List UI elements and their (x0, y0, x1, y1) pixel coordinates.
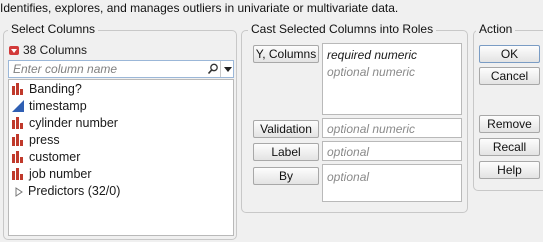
label-button[interactable]: Label (253, 143, 319, 161)
cast-roles-title: Cast Selected Columns into Roles (248, 22, 437, 36)
by-button[interactable]: By (253, 167, 319, 185)
select-columns-panel: Select Columns 38 Columns Banding? times… (3, 22, 237, 240)
list-item-customer[interactable]: customer (12, 149, 80, 166)
list-item-predictors-group[interactable]: Predictors (32/0) (15, 183, 120, 200)
column-search-box (8, 60, 234, 78)
nominal-bar-icon (12, 117, 23, 129)
action-panel: Action OK Cancel Remove Recall Help (473, 22, 543, 191)
recall-button[interactable]: Recall (479, 138, 540, 156)
expand-triangle-icon[interactable] (15, 187, 23, 197)
column-list: Banding? timestamp cylinder number press… (8, 79, 234, 236)
y-required-hint: required numeric (327, 48, 418, 62)
continuous-triangle-icon (12, 100, 24, 112)
by-drop-zone[interactable]: optional (322, 164, 462, 202)
nominal-bar-icon (12, 151, 23, 163)
nominal-bar-icon (12, 134, 23, 146)
validation-button[interactable]: Validation (253, 120, 319, 138)
search-options-dropdown-icon[interactable] (220, 61, 234, 77)
ok-button[interactable]: OK (479, 45, 540, 63)
validation-drop-zone[interactable]: optional numeric (322, 118, 462, 138)
validation-optional-hint: optional numeric (327, 122, 416, 136)
remove-button[interactable]: Remove (479, 115, 540, 133)
list-item-label: Predictors (32/0) (28, 184, 121, 198)
list-item-press[interactable]: press (12, 132, 60, 149)
label-drop-zone[interactable]: optional (322, 141, 462, 161)
list-item-job-number[interactable]: job number (12, 166, 92, 183)
list-item-label: timestamp (29, 99, 87, 113)
cast-roles-panel: Cast Selected Columns into Roles Y, Colu… (241, 22, 468, 213)
y-columns-drop-zone[interactable]: required numeric optional numeric (322, 43, 462, 115)
list-item-label: press (29, 133, 60, 147)
nominal-bar-icon (12, 83, 23, 95)
search-icon[interactable] (207, 63, 219, 75)
description-text: Identifies, explores, and manages outlie… (0, 1, 399, 15)
list-item-banding[interactable]: Banding? (12, 81, 82, 98)
column-search-input[interactable] (13, 62, 201, 76)
list-item-cylinder-number[interactable]: cylinder number (12, 115, 118, 132)
y-columns-button[interactable]: Y, Columns (253, 45, 319, 63)
list-item-label: cylinder number (29, 116, 118, 130)
cancel-button[interactable]: Cancel (479, 67, 540, 85)
list-item-label: job number (29, 167, 92, 181)
help-button[interactable]: Help (479, 161, 540, 179)
list-item-timestamp[interactable]: timestamp (12, 98, 87, 115)
y-optional-hint: optional numeric (327, 65, 416, 79)
column-count: 38 Columns (9, 43, 87, 57)
list-item-label: Banding? (29, 82, 82, 96)
select-columns-title: Select Columns (8, 22, 99, 36)
column-count-label: 38 Columns (23, 43, 88, 57)
action-title: Action (476, 22, 516, 36)
by-optional-hint: optional (327, 170, 370, 184)
list-item-label: customer (29, 150, 81, 164)
nominal-bar-icon (12, 168, 23, 180)
column-menu-triangle-icon[interactable] (9, 46, 19, 55)
label-optional-hint: optional (327, 145, 370, 159)
